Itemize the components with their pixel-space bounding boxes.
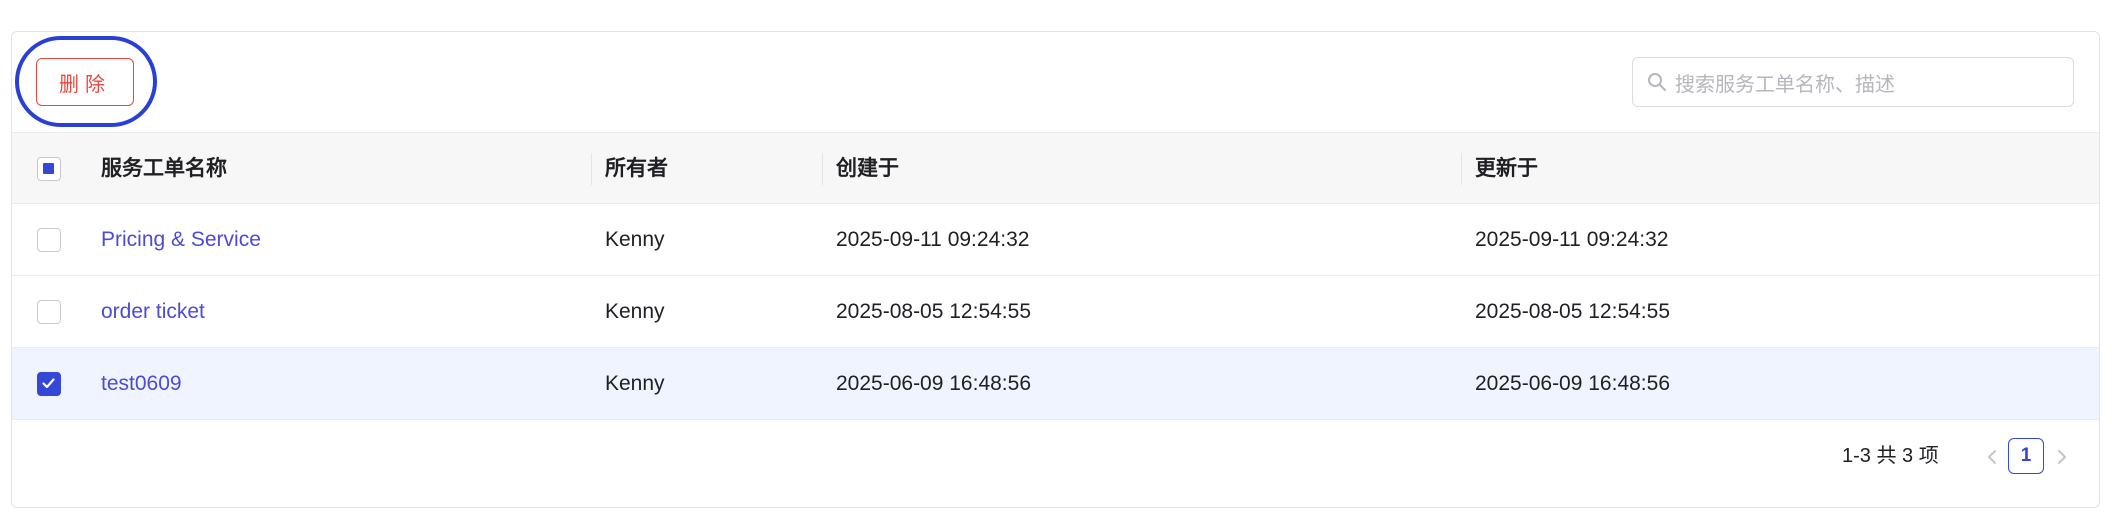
created-cell: 2025-09-11 09:24:32 [836, 228, 1030, 251]
column-header-created[interactable]: 创建于 [836, 133, 899, 205]
column-divider[interactable] [822, 153, 823, 185]
column-divider[interactable] [1461, 153, 1462, 185]
updated-cell: 2025-08-05 12:54:55 [1475, 300, 1670, 323]
column-header-name[interactable]: 服务工单名称 [101, 133, 227, 205]
row-checkbox[interactable] [37, 300, 61, 324]
delete-button[interactable]: 删除 [36, 58, 134, 106]
updated-cell: 2025-09-11 09:24:32 [1475, 228, 1669, 251]
row-checkbox[interactable] [37, 372, 61, 396]
owner-cell: Kenny [605, 300, 665, 323]
chevron-left-icon[interactable] [1982, 442, 2002, 472]
table-row[interactable]: test0609 Kenny 2025-06-09 16:48:56 2025-… [12, 348, 2099, 420]
owner-cell: Kenny [605, 228, 665, 251]
tickets-panel: 删除 搜索服务工单名称、描述 服务工单名称 所有者 创建于 更新于 Pricin… [11, 31, 2100, 508]
created-cell: 2025-08-05 12:54:55 [836, 300, 1031, 323]
ticket-name-link[interactable]: order ticket [101, 276, 205, 348]
row-checkbox[interactable] [37, 228, 61, 252]
table-header: 服务工单名称 所有者 创建于 更新于 [12, 132, 2099, 204]
pagination-summary: 1-3 共 3 项 [1842, 445, 1939, 467]
updated-cell: 2025-06-09 16:48:56 [1475, 372, 1670, 395]
ticket-name-link[interactable]: Pricing & Service [101, 204, 261, 276]
check-icon [42, 378, 55, 389]
table-row[interactable]: order ticket Kenny 2025-08-05 12:54:55 2… [12, 276, 2099, 348]
select-all-checkbox[interactable] [37, 157, 61, 181]
ticket-name-link[interactable]: test0609 [101, 348, 182, 420]
owner-cell: Kenny [605, 372, 665, 395]
chevron-right-icon[interactable] [2052, 442, 2072, 472]
created-cell: 2025-06-09 16:48:56 [836, 372, 1031, 395]
column-header-owner[interactable]: 所有者 [605, 133, 668, 205]
page-button-1[interactable]: 1 [2008, 438, 2044, 474]
column-divider[interactable] [591, 153, 592, 185]
column-header-updated[interactable]: 更新于 [1475, 133, 1538, 205]
search-placeholder: 搜索服务工单名称、描述 [1675, 73, 1895, 96]
toolbar: 删除 搜索服务工单名称、描述 [12, 32, 2099, 132]
search-icon [1648, 73, 1666, 91]
table-row[interactable]: Pricing & Service Kenny 2025-09-11 09:24… [12, 204, 2099, 276]
search-input[interactable]: 搜索服务工单名称、描述 [1632, 57, 2074, 107]
